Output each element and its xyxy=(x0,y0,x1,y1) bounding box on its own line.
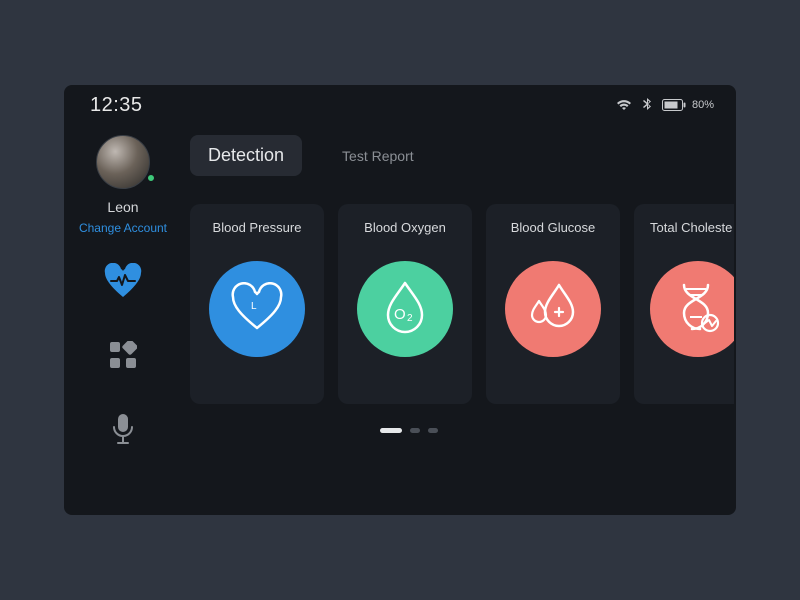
nav-health[interactable] xyxy=(101,263,145,303)
change-account-link[interactable]: Change Account xyxy=(79,221,167,235)
card-total-cholesterol[interactable]: Total Choleste xyxy=(634,204,734,404)
app-window: 12:35 80% Leon Change Account xyxy=(64,85,736,515)
nav-apps[interactable] xyxy=(101,337,145,377)
dna-icon xyxy=(672,279,724,340)
pager-dot-1[interactable] xyxy=(380,428,402,433)
main-content: Detection Test Report Blood Pressure L B… xyxy=(182,125,736,515)
battery-icon xyxy=(662,99,686,111)
wifi-icon xyxy=(616,99,632,111)
battery-percent: 80% xyxy=(692,99,714,111)
status-icons: 80% xyxy=(616,98,714,112)
tabs: Detection Test Report xyxy=(182,135,736,176)
grid-apps-icon xyxy=(109,341,137,374)
presence-dot-icon xyxy=(146,173,156,183)
avatar[interactable] xyxy=(96,135,150,189)
card-circle: O2 xyxy=(357,261,453,357)
svg-text:L: L xyxy=(251,301,257,312)
bluetooth-icon xyxy=(642,98,652,112)
pager-dot-2[interactable] xyxy=(410,428,420,433)
battery-indicator: 80% xyxy=(662,99,714,111)
oxygen-drop-icon: O2 xyxy=(380,279,430,340)
sidebar-nav xyxy=(101,263,145,451)
microphone-icon xyxy=(112,413,134,450)
nav-voice[interactable] xyxy=(101,411,145,451)
username: Leon xyxy=(107,199,138,215)
blood-drops-icon xyxy=(525,279,581,340)
heart-pulse-icon xyxy=(103,263,143,304)
tab-detection[interactable]: Detection xyxy=(190,135,302,176)
page-indicator[interactable] xyxy=(182,428,736,433)
svg-text:O: O xyxy=(394,306,406,323)
tab-test-report[interactable]: Test Report xyxy=(324,138,432,174)
card-blood-oxygen[interactable]: Blood Oxygen O2 xyxy=(338,204,472,404)
card-blood-glucose[interactable]: Blood Glucose xyxy=(486,204,620,404)
card-circle: L xyxy=(209,261,305,357)
heart-outline-icon: L xyxy=(229,282,285,337)
card-title: Total Choleste xyxy=(650,220,732,235)
clock: 12:35 xyxy=(90,94,143,117)
sidebar: Leon Change Account xyxy=(64,125,182,515)
card-blood-pressure[interactable]: Blood Pressure L xyxy=(190,204,324,404)
card-title: Blood Pressure xyxy=(213,220,302,235)
card-title: Blood Oxygen xyxy=(364,220,446,235)
card-title: Blood Glucose xyxy=(511,220,596,235)
card-circle xyxy=(650,261,734,357)
detection-cards[interactable]: Blood Pressure L Blood Oxygen O2 xyxy=(182,204,736,404)
svg-text:2: 2 xyxy=(407,313,413,324)
status-bar: 12:35 80% xyxy=(64,85,736,125)
avatar-image xyxy=(96,135,150,189)
pager-dot-3[interactable] xyxy=(428,428,438,433)
body: Leon Change Account xyxy=(64,125,736,515)
card-circle xyxy=(505,261,601,357)
